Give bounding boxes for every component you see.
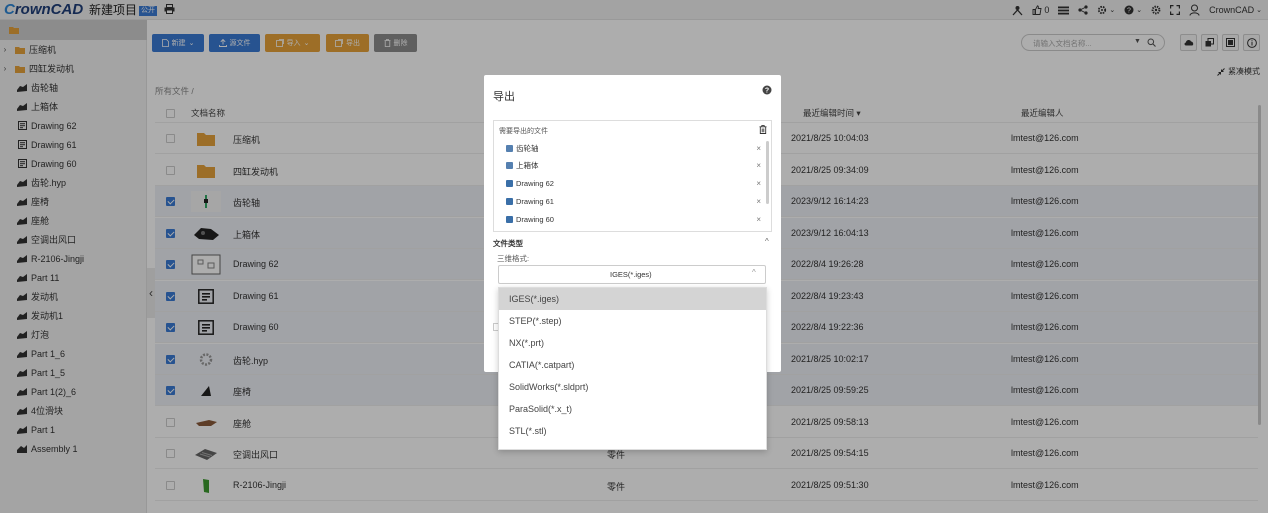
format-option[interactable]: STL(*.stl) bbox=[499, 420, 766, 442]
dialog-title: 导出 bbox=[493, 91, 515, 103]
part-icon bbox=[506, 144, 513, 152]
format-option[interactable]: STEP(*.step) bbox=[499, 310, 766, 332]
files-scrollbar[interactable] bbox=[766, 141, 769, 204]
format-3d-label: 三维格式: bbox=[497, 254, 530, 263]
remove-file-close-icon[interactable]: × bbox=[756, 144, 761, 153]
export-file-item: Drawing 60 × bbox=[506, 212, 761, 226]
export-file-item: Drawing 62 × bbox=[506, 177, 761, 191]
drawing-icon bbox=[506, 197, 513, 205]
remove-file-close-icon[interactable]: × bbox=[756, 179, 761, 188]
export-file-name: 上箱体 bbox=[516, 161, 539, 171]
drawing-icon bbox=[506, 180, 513, 188]
remove-file-close-icon[interactable]: × bbox=[756, 215, 761, 224]
export-file-item: 上箱体 × bbox=[506, 159, 761, 173]
chevron-up-icon[interactable]: ^ bbox=[765, 237, 769, 246]
format-option[interactable]: ParaSolid(*.x_t) bbox=[499, 398, 766, 420]
export-files-box: 需要导出的文件 齿轮轴 × 上箱体 × Drawing 62 × Drawing 61 × Dr… bbox=[493, 120, 772, 232]
remove-file-close-icon[interactable]: × bbox=[756, 197, 761, 206]
files-label: 需要导出的文件 bbox=[499, 128, 548, 135]
export-file-name: Drawing 60 bbox=[516, 214, 554, 224]
format-option[interactable]: IGES(*.iges) bbox=[499, 288, 766, 310]
clear-files-trash-icon[interactable] bbox=[759, 125, 767, 134]
drawing-icon bbox=[506, 215, 513, 223]
format-option[interactable]: OBJ(*.obj) bbox=[499, 442, 766, 449]
chevron-up-icon: ^ bbox=[752, 268, 756, 277]
format-3d-selected-value: IGES(*.iges) bbox=[610, 270, 652, 279]
export-file-name: Drawing 62 bbox=[516, 179, 554, 189]
help-icon[interactable]: ? bbox=[762, 85, 772, 95]
format-option[interactable]: SolidWorks(*.sldprt) bbox=[499, 376, 766, 398]
part-icon bbox=[506, 162, 513, 170]
export-file-item: 齿轮轴 × bbox=[506, 141, 761, 155]
export-file-name: 齿轮轴 bbox=[516, 143, 539, 153]
svg-text:?: ? bbox=[765, 88, 769, 95]
export-file-name: Drawing 61 bbox=[516, 196, 554, 206]
export-file-item: Drawing 61 × bbox=[506, 194, 761, 208]
format-option[interactable]: CATIA(*.catpart) bbox=[499, 354, 766, 376]
remove-file-close-icon[interactable]: × bbox=[756, 161, 761, 170]
format-option[interactable]: NX(*.prt) bbox=[499, 332, 766, 354]
format-dropdown-menu: IGES(*.iges) STEP(*.step) NX(*.prt) CATIA(*… bbox=[498, 287, 767, 450]
file-type-label: 文件类型 bbox=[493, 239, 523, 248]
